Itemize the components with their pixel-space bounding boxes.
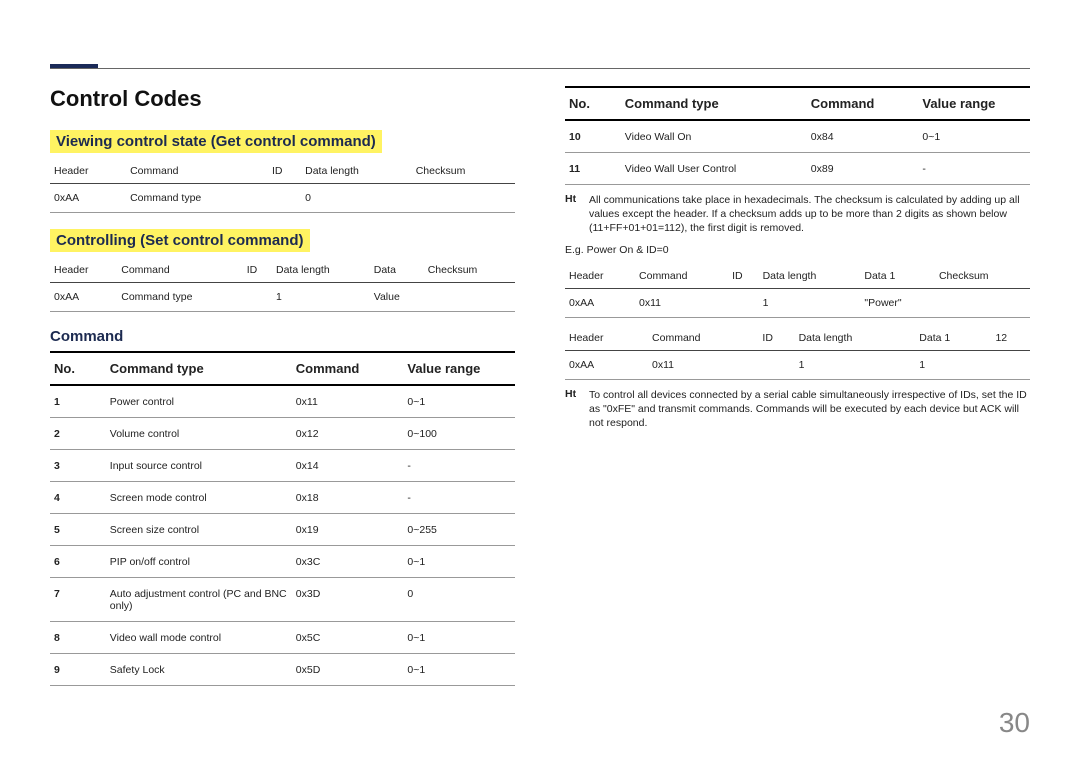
table-row: 2Volume control0x120~100 <box>50 418 515 450</box>
th-type: Command type <box>621 87 807 120</box>
accent-bar <box>50 64 98 68</box>
th-range: Value range <box>403 352 515 385</box>
th: Header <box>565 324 648 351</box>
th-type: Command type <box>106 352 292 385</box>
table-row: 8Video wall mode control0x5C0~1 <box>50 622 515 654</box>
table-row: 11Video Wall User Control0x89- <box>565 153 1030 185</box>
section-viewing-title: Viewing control state (Get control comma… <box>50 130 382 153</box>
th: Command <box>117 256 242 283</box>
note-label: Ht <box>565 388 589 431</box>
table-commands-right: No. Command type Command Value range 10V… <box>565 86 1030 185</box>
right-column: No. Command type Command Value range 10V… <box>565 86 1030 686</box>
table-row: 1Power control0x110~1 <box>50 385 515 418</box>
th: Checksum <box>935 262 1030 289</box>
table-row: 0xAA 0x11 1 "Power" <box>565 288 1030 317</box>
table-viewing: Header Command ID Data length Checksum 0… <box>50 157 515 213</box>
th: Data length <box>272 256 370 283</box>
th: Checksum <box>412 157 515 184</box>
th: ID <box>758 324 794 351</box>
th: Header <box>50 256 117 283</box>
th: Data <box>370 256 424 283</box>
th-no: No. <box>565 87 621 120</box>
table-row: 0xAA 0x11 1 1 <box>565 350 1030 379</box>
note-label: Ht <box>565 193 589 236</box>
th-cmd: Command <box>807 87 919 120</box>
top-rule <box>50 68 1030 69</box>
th: Command <box>126 157 268 184</box>
th: ID <box>268 157 301 184</box>
th: Data 1 <box>915 324 991 351</box>
note-text: All communications take place in hexadec… <box>589 193 1030 236</box>
page-number: 30 <box>999 707 1030 739</box>
th: Data 1 <box>860 262 935 289</box>
th: Command <box>635 262 728 289</box>
table-row: 0xAA Command type 0 <box>50 184 515 213</box>
table-row: 5Screen size control0x190~255 <box>50 514 515 546</box>
left-column: Control Codes Viewing control state (Get… <box>50 86 515 686</box>
example-line: E.g. Power On & ID=0 <box>565 244 1030 256</box>
page-content: Control Codes Viewing control state (Get… <box>0 0 1080 726</box>
section-command-title: Command <box>50 328 515 345</box>
th: Checksum <box>424 256 515 283</box>
table-example-b: Header Command ID Data length Data 1 12 … <box>565 324 1030 380</box>
th-no: No. <box>50 352 106 385</box>
table-row: 3Input source control0x14- <box>50 450 515 482</box>
table-row: 4Screen mode control0x18- <box>50 482 515 514</box>
th: Data length <box>759 262 861 289</box>
th-cmd: Command <box>292 352 404 385</box>
th: ID <box>728 262 759 289</box>
th: Command <box>648 324 758 351</box>
th: ID <box>243 256 272 283</box>
note-text: To control all devices connected by a se… <box>589 388 1030 431</box>
th-range: Value range <box>918 87 1030 120</box>
th: 12 <box>991 324 1030 351</box>
table-row: 0xAA Command type 1 Value <box>50 283 515 312</box>
section-controlling-title: Controlling (Set control command) <box>50 229 310 252</box>
th: Data length <box>301 157 412 184</box>
table-commands-left: No. Command type Command Value range 1Po… <box>50 351 515 686</box>
th: Header <box>50 157 126 184</box>
note-checksum: Ht All communications take place in hexa… <box>565 193 1030 236</box>
th: Data length <box>795 324 916 351</box>
table-row: 7Auto adjustment control (PC and BNC onl… <box>50 578 515 622</box>
note-broadcast: Ht To control all devices connected by a… <box>565 388 1030 431</box>
table-row: 10Video Wall On0x840~1 <box>565 120 1030 153</box>
th: Header <box>565 262 635 289</box>
table-row: 9Safety Lock0x5D0~1 <box>50 654 515 686</box>
table-row: 6PIP on/off control0x3C0~1 <box>50 546 515 578</box>
table-controlling: Header Command ID Data length Data Check… <box>50 256 515 312</box>
table-example-a: Header Command ID Data length Data 1 Che… <box>565 262 1030 318</box>
page-title: Control Codes <box>50 86 515 112</box>
